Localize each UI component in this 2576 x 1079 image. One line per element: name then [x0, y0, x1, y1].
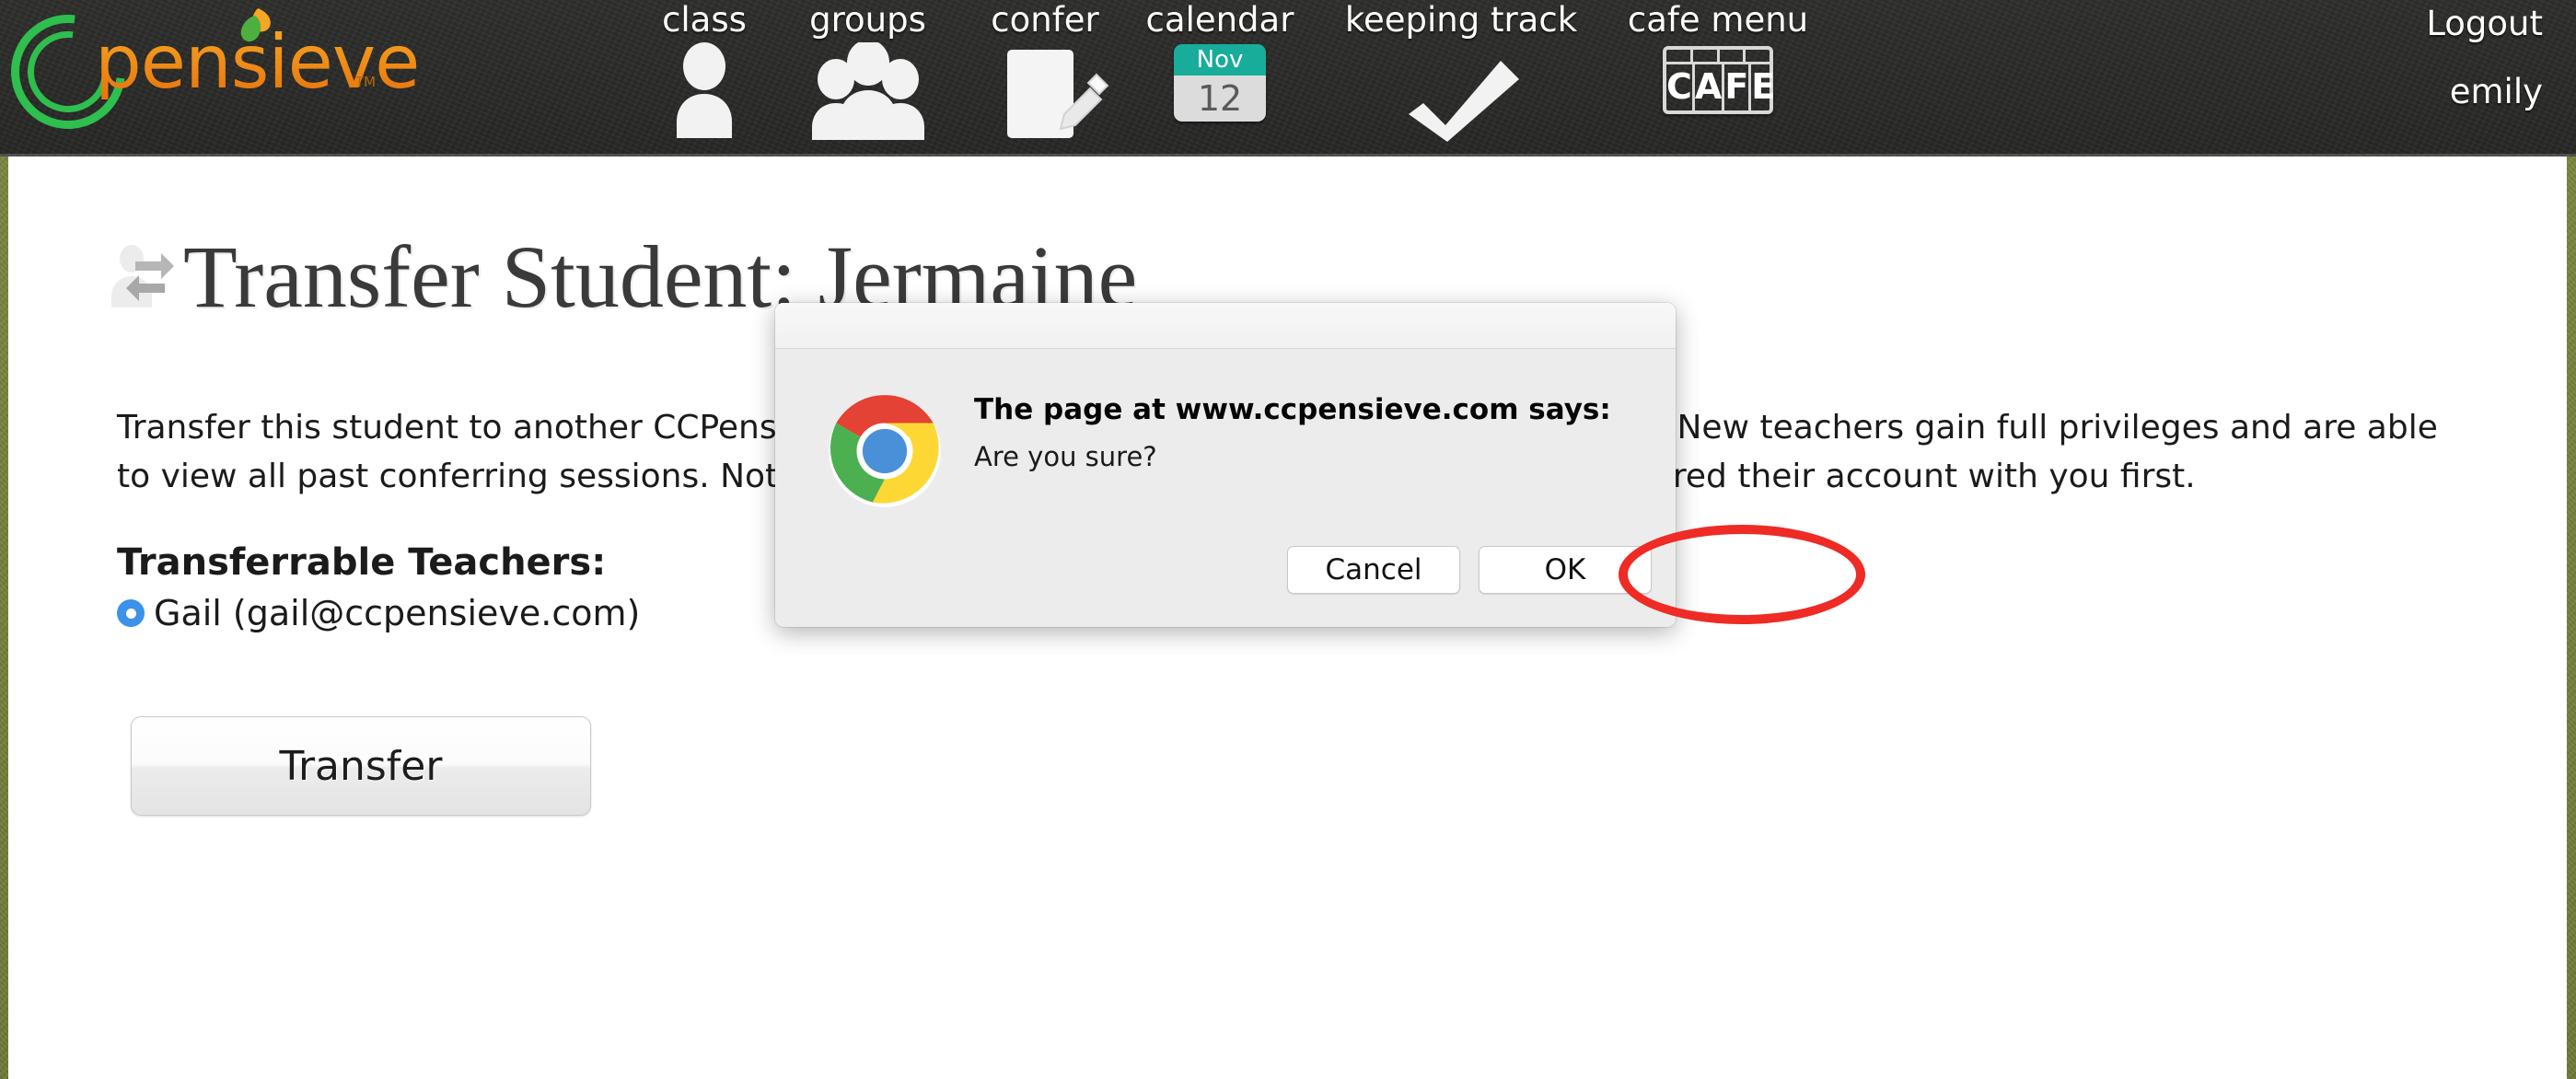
nav-item-keeping-track[interactable]: keeping track [1328, 0, 1595, 152]
calendar-icon: Nov 12 [1174, 44, 1266, 122]
nav-label-calendar: calendar [1145, 0, 1294, 40]
page-background: pensieve TM class groups confer calendar… [0, 0, 2576, 1079]
dialog-message: Are you sure? [974, 441, 1157, 472]
nav-item-cafe-menu[interactable]: cafe menu C A F E [1617, 0, 1819, 152]
nav-label-keeping-track: keeping track [1344, 0, 1578, 40]
nav-item-calendar[interactable]: calendar Nov 12 [1132, 0, 1307, 152]
site-header: pensieve TM class groups confer calendar… [0, 0, 2576, 157]
cafe-icon-header [1666, 50, 1770, 64]
browser-alert-dialog: The page at www.ccpensieve.com says: Are… [775, 303, 1676, 627]
teacher-option-label: Gail (gail@ccpensieve.com) [154, 593, 641, 633]
cancel-button-label: Cancel [1325, 553, 1422, 586]
calendar-day: 12 [1174, 75, 1266, 122]
ok-button[interactable]: OK [1479, 546, 1652, 594]
username-label[interactable]: emily [2426, 68, 2543, 116]
cancel-button[interactable]: Cancel [1287, 546, 1460, 594]
pensieve-logo[interactable]: pensieve TM [0, 0, 420, 153]
chrome-logo-icon [829, 395, 941, 507]
cafe-icon-cells: C A F E [1666, 64, 1775, 110]
dialog-button-row: Cancel OK [1287, 546, 1652, 594]
nav-label-groups: groups [809, 0, 926, 40]
cafe-cell-c: C [1666, 64, 1695, 110]
transfer-button[interactable]: Transfer [131, 716, 591, 816]
calendar-month: Nov [1174, 44, 1266, 75]
checkmark-icon [1409, 61, 1519, 142]
transferrable-teachers-heading: Transferrable Teachers: [117, 541, 607, 584]
nav-item-confer[interactable]: confer [976, 0, 1114, 152]
teacher-radio-option[interactable]: Gail (gail@ccpensieve.com) [117, 593, 640, 633]
nav-label-confer: confer [991, 0, 1099, 40]
cafe-cell-e: E [1751, 66, 1776, 107]
cafe-cell-a: A [1695, 64, 1725, 110]
cafe-icon: C A F E [1663, 46, 1775, 114]
transfer-student-icon [111, 245, 174, 307]
radio-selected-icon[interactable] [117, 599, 145, 627]
note-pencil-icon [1007, 50, 1109, 138]
transfer-button-label: Transfer [279, 742, 443, 790]
dialog-heading: The page at www.ccpensieve.com says: [974, 393, 1611, 426]
cafe-cell-f: F [1724, 64, 1752, 110]
logout-link[interactable]: Logout [2426, 0, 2543, 48]
person-icon [677, 42, 732, 138]
nav-label-cafe-menu: cafe menu [1627, 0, 1809, 40]
ok-button-label: OK [1544, 553, 1586, 586]
nav-item-class[interactable]: class [644, 0, 764, 152]
nav-label-class: class [662, 0, 747, 40]
dialog-titlebar [775, 303, 1676, 349]
people-group-icon [812, 42, 924, 140]
account-area: Logout emily [2426, 0, 2543, 116]
nav-item-groups[interactable]: groups [783, 0, 953, 152]
logo-trademark: TM [355, 74, 377, 90]
